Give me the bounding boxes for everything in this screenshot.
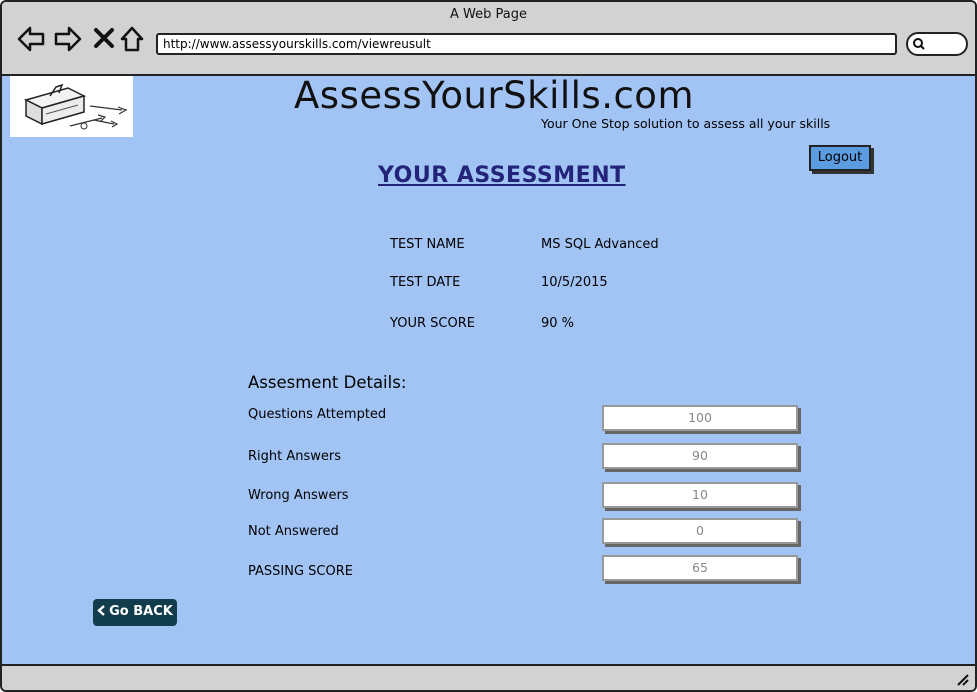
- resize-grip-icon[interactable]: [954, 671, 970, 687]
- browser-window: A Web Page http://www.assessyourskills.c…: [0, 0, 977, 692]
- close-x-icon[interactable]: [91, 24, 121, 54]
- forward-arrow-icon[interactable]: [53, 24, 83, 54]
- site-logo: [10, 76, 133, 137]
- site-name: AssessYourSkills.com: [294, 74, 694, 117]
- your-score-value: 90 %: [541, 316, 575, 331]
- right-answers-field[interactable]: 90: [602, 443, 798, 469]
- search-icon: [913, 38, 925, 50]
- page-content: AssessYourSkills.com Your One Stop solut…: [2, 74, 975, 664]
- home-icon[interactable]: [118, 24, 148, 54]
- chevron-left-icon: [97, 605, 105, 616]
- go-back-label: Go BACK: [109, 604, 173, 619]
- test-date-value: 10/5/2015: [541, 275, 608, 290]
- logout-button[interactable]: Logout: [809, 145, 871, 171]
- not-answered-field[interactable]: 0: [602, 518, 798, 544]
- status-bar: [2, 664, 975, 690]
- wrong-answers-label: Wrong Answers: [248, 488, 349, 503]
- window-title: A Web Page: [450, 7, 527, 22]
- back-arrow-icon[interactable]: [16, 24, 46, 54]
- test-date-label: TEST DATE: [390, 275, 461, 290]
- toolbox-icon: [23, 83, 128, 130]
- browser-toolbar: A Web Page http://www.assessyourskills.c…: [2, 2, 975, 76]
- page-title: YOUR ASSESSMENT: [378, 163, 626, 188]
- go-back-button[interactable]: Go BACK: [93, 599, 177, 626]
- wrong-answers-field[interactable]: 10: [602, 482, 798, 508]
- questions-attempted-label: Questions Attempted: [248, 407, 387, 422]
- not-answered-label: Not Answered: [248, 524, 339, 539]
- test-name-value: MS SQL Advanced: [541, 237, 659, 252]
- url-input[interactable]: http://www.assessyourskills.com/viewreus…: [156, 33, 897, 55]
- site-tagline: Your One Stop solution to assess all you…: [541, 116, 831, 131]
- your-score-label: YOUR SCORE: [390, 316, 475, 331]
- passing-score-field[interactable]: 65: [602, 555, 798, 581]
- passing-score-label: PASSING SCORE: [248, 564, 353, 579]
- right-answers-label: Right Answers: [248, 449, 342, 464]
- details-title: Assesment Details:: [248, 373, 407, 392]
- browser-search-input[interactable]: [906, 32, 968, 56]
- test-name-label: TEST NAME: [390, 237, 465, 252]
- questions-attempted-field[interactable]: 100: [602, 405, 798, 431]
